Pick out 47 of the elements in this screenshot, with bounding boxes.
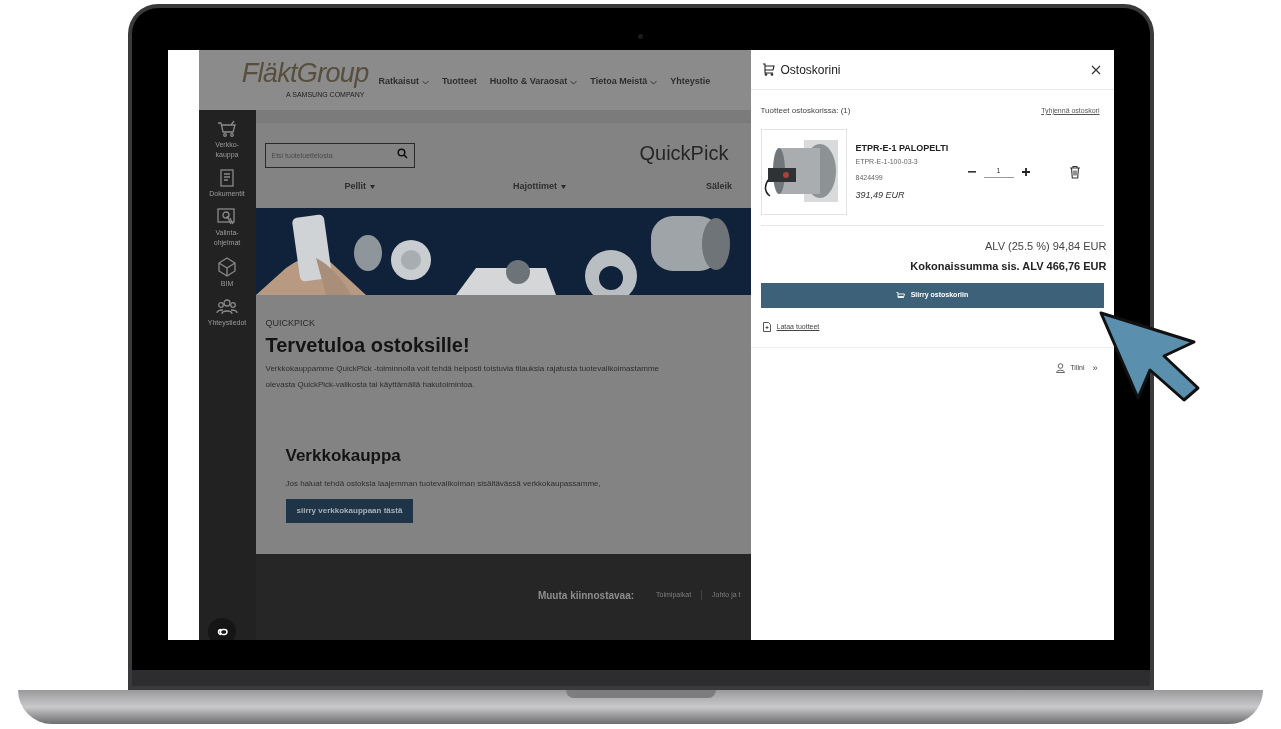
category-link[interactable]: Pellit xyxy=(344,180,375,194)
product-price: 391,49 EUR xyxy=(855,188,906,202)
increase-button[interactable] xyxy=(1019,166,1032,178)
minus-icon xyxy=(967,171,976,173)
user-icon xyxy=(1056,363,1066,374)
touch-screen-icon xyxy=(217,208,237,226)
nav-link[interactable]: Tietoa Meistä xyxy=(590,75,658,89)
category-link[interactable]: Säleik xyxy=(706,180,733,194)
section-heading: Verkkokauppa xyxy=(285,444,402,467)
product-name: ETPR-E-1 PALOPELTI xyxy=(855,142,950,155)
nav-link[interactable]: Tuotteet xyxy=(442,75,477,89)
caret-icon xyxy=(370,184,375,189)
nav-link[interactable]: Ratkaisut xyxy=(378,75,429,89)
intro-text: Verkkokauppamme QuickPick -toiminnolla voit tehdä helposti toistuvia tilauksia rajatusta tuotevalikoimastamme olevasta QuickPick-valikosta tai käyttämällä hakutoimintoa. xyxy=(265,362,660,391)
plus-icon xyxy=(1021,168,1030,176)
close-icon xyxy=(1090,64,1101,75)
floating-button[interactable] xyxy=(208,618,236,640)
cube-icon xyxy=(217,257,237,277)
shop-link-button[interactable]: siirry verkkokauppaan tästä xyxy=(285,498,414,523)
chevron-down-icon xyxy=(650,79,658,85)
cart-title: Ostoskorini xyxy=(780,61,841,79)
total-amount: Kokonaissumma sis. ALV 466,76 EUR xyxy=(910,258,1107,274)
nav-link[interactable]: Huolto & Varaosat xyxy=(489,75,578,89)
double-chevron: » xyxy=(1092,361,1098,375)
nav-link[interactable]: Yhteystie xyxy=(670,75,711,89)
vat-amount: ALV (25.5 %) 94,84 EUR xyxy=(985,239,1107,254)
chevron-down-icon xyxy=(570,79,578,85)
cart-icon xyxy=(761,63,775,76)
file-icon xyxy=(762,322,771,333)
document-icon xyxy=(220,169,234,187)
section-text: Jos haluat tehdä ostoksia laajemman tuotevalikoiman sisältävässä verkkokaupassamme, xyxy=(285,477,602,490)
footer-label: Muuta kiinnostavaa: xyxy=(537,588,635,603)
caret-icon xyxy=(561,184,567,189)
delete-button[interactable] xyxy=(1067,164,1082,180)
trash-icon xyxy=(1068,165,1081,179)
page-title: QuickPick xyxy=(639,141,729,166)
people-icon xyxy=(216,298,238,316)
search-icon xyxy=(396,147,408,159)
cart-count: Tuotteet ostoskorissa: (1) xyxy=(760,105,851,117)
loop-icon xyxy=(215,628,229,636)
cart-icon xyxy=(217,120,237,138)
cart-icon xyxy=(895,291,905,300)
section-eyebrow: QUICKPICK xyxy=(265,317,316,330)
arrow-pointer-icon xyxy=(1098,310,1202,402)
category-link[interactable]: Hajottimet xyxy=(513,180,567,194)
chevron-down-icon xyxy=(422,79,429,85)
page-heading: Tervetuloa ostoksille! xyxy=(265,332,471,358)
